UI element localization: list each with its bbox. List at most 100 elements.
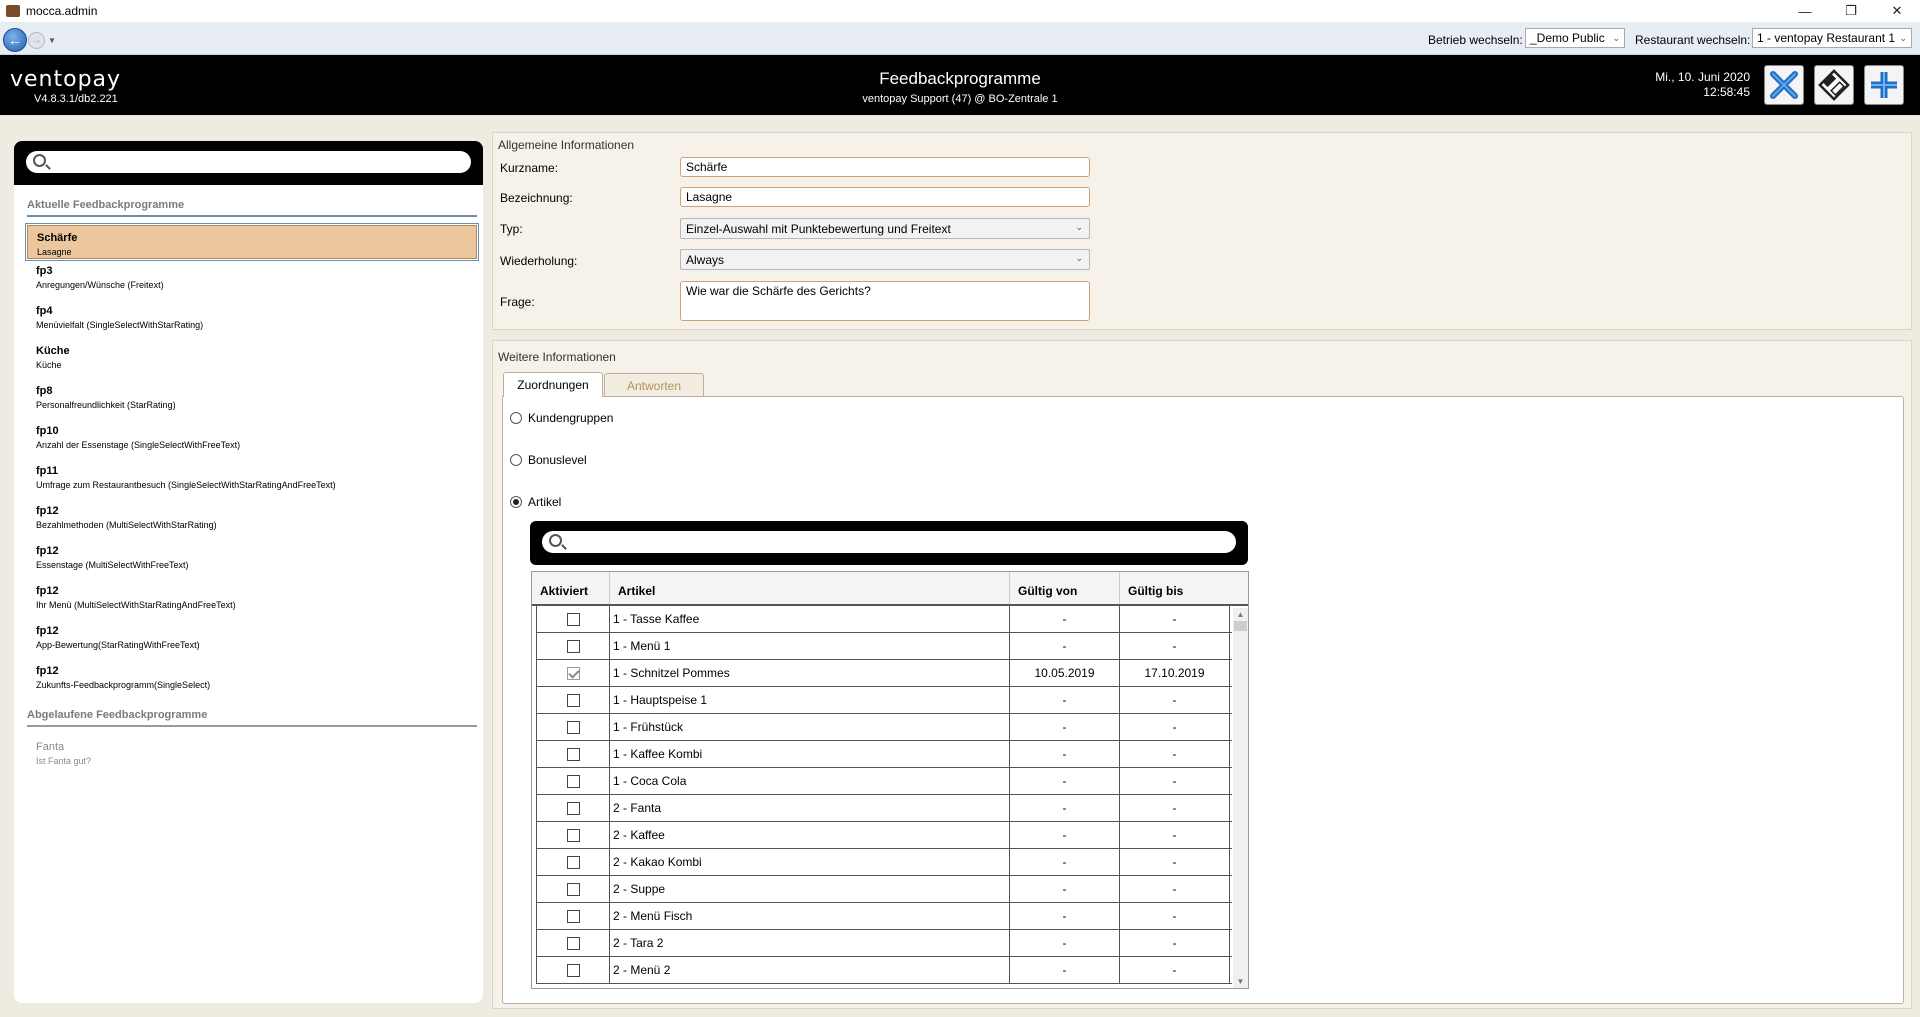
table-row[interactable]: 1 - Schnitzel Pommes 10.05.2019 17.10.2019 <box>536 660 1232 687</box>
table-row[interactable]: 1 - Menü 1-- <box>536 633 1232 660</box>
gueltig-bis-cell: 17.10.2019 <box>1120 660 1230 686</box>
program-description: Personalfreundlichkeit (StarRating) <box>36 400 176 410</box>
table-row[interactable]: 1 - Hauptspeise 1-- <box>536 687 1232 714</box>
program-name: fp8 <box>36 385 53 397</box>
feedback-program-item[interactable]: fp12 Ihr Menü (MultiSelectWithStarRatingA… <box>27 579 477 619</box>
typ-select[interactable]: Einzel-Auswahl mit Punktebewertung und F… <box>680 218 1090 239</box>
betrieb-select[interactable]: _Demo Public ⌄ <box>1525 28 1625 48</box>
feedback-program-item[interactable]: fp12 Essenstage (MultiSelectWithFreeText) <box>27 539 477 579</box>
add-button[interactable] <box>1864 65 1904 105</box>
table-row[interactable]: 1 - Tasse Kaffee - - <box>536 606 1232 633</box>
artikel-cell: 1 - Frühstück <box>610 714 1010 740</box>
app-icon <box>6 5 20 17</box>
aktiviert-checkbox[interactable] <box>566 909 580 923</box>
frage-textarea[interactable]: Wie war die Schärfe des Gerichts? <box>680 281 1090 321</box>
radio-indicator <box>510 454 522 466</box>
aktiviert-cell <box>536 741 610 767</box>
table-row[interactable]: 1 - Kaffee Kombi - - <box>536 741 1232 768</box>
program-description: Lasagne <box>37 247 72 257</box>
tab-zuordnungen[interactable]: Zuordnungen <box>503 372 603 397</box>
header-artikel[interactable]: Artikel <box>610 572 1010 604</box>
table-row[interactable]: 2 - Menü 2-- <box>536 957 1232 984</box>
aktiviert-cell <box>536 768 610 794</box>
feedback-program-item[interactable]: Schärfe Lasagne <box>25 223 479 261</box>
aktiviert-checkbox[interactable] <box>566 693 580 707</box>
gueltig-von-cell: - <box>1010 768 1120 794</box>
article-search-input[interactable] <box>542 531 1236 553</box>
bezeichnung-label: Bezeichnung: <box>500 191 573 205</box>
save-button[interactable] <box>1814 65 1854 105</box>
list-search-input[interactable] <box>26 151 471 173</box>
search-icon <box>549 534 562 547</box>
header-gueltig-von[interactable]: Gültig von <box>1010 572 1120 604</box>
program-name: fp12 <box>36 545 59 557</box>
header-gueltig-bis[interactable]: Gültig bis <box>1120 572 1230 604</box>
program-name: fp10 <box>36 425 59 437</box>
scroll-down-icon[interactable]: ▼ <box>1233 977 1248 986</box>
table-row[interactable]: 2 - Tara 2-- <box>536 930 1232 957</box>
aktiviert-checkbox[interactable] <box>566 639 580 653</box>
feedback-program-item[interactable]: fp8 Personalfreundlichkeit (StarRating) <box>27 379 477 419</box>
history-dropdown-icon[interactable]: ▼ <box>48 36 56 45</box>
aktiviert-checkbox[interactable] <box>566 612 580 626</box>
aktiviert-checkbox[interactable] <box>566 828 580 842</box>
aktiviert-checkbox[interactable] <box>566 720 580 734</box>
minimize-button[interactable]: — <box>1782 0 1828 22</box>
radio-artikel[interactable]: Artikel <box>510 495 561 509</box>
feedback-program-item[interactable]: Küche Küche <box>27 339 477 379</box>
wiederholung-label: Wiederholung: <box>500 254 578 268</box>
aktiviert-checkbox[interactable] <box>566 963 580 977</box>
grid-scrollbar[interactable]: ▲ ▼ <box>1233 608 1248 988</box>
feedback-program-item[interactable]: fp3 Anregungen/Wünsche (Freitext) <box>27 259 477 299</box>
table-row[interactable]: 1 - Coca Cola - - <box>536 768 1232 795</box>
restore-button[interactable]: ❐ <box>1828 0 1874 22</box>
aktiviert-cell <box>536 930 610 956</box>
close-window-button[interactable]: ✕ <box>1874 0 1920 22</box>
close-x-icon <box>1770 71 1798 99</box>
cancel-button[interactable] <box>1764 65 1804 105</box>
back-button[interactable]: ← <box>3 28 27 52</box>
table-row[interactable]: 1 - Frühstück - - <box>536 714 1232 741</box>
feedback-program-item[interactable]: fp12 Bezahlmethoden (MultiSelectWithStarR… <box>27 499 477 539</box>
table-row[interactable]: 2 - Kakao Kombi - - <box>536 849 1232 876</box>
feedback-program-item[interactable]: fp10 Anzahl der Essenstage (SingleSelectW… <box>27 419 477 459</box>
tab-antworten[interactable]: Antworten <box>604 373 704 397</box>
feedback-program-item[interactable]: fp12 App-Bewertung(StarRatingWithFreeText… <box>27 619 477 659</box>
radio-kundengruppen[interactable]: Kundengruppen <box>510 411 613 425</box>
aktiviert-checkbox[interactable] <box>566 936 580 950</box>
feedback-program-item[interactable]: fp11 Umfrage zum Restaurantbesuch (Single… <box>27 459 477 499</box>
feedback-program-item[interactable]: fp12 Zukunfts-Feedbackprogramm(SingleSele… <box>27 659 477 699</box>
aktiviert-checkbox[interactable] <box>566 774 580 788</box>
article-search-bar <box>530 521 1248 565</box>
table-row[interactable]: 2 - Menü Fisch - - <box>536 903 1232 930</box>
table-row[interactable]: 2 - Fanta - - <box>536 795 1232 822</box>
chevron-down-icon: ⌄ <box>1899 32 1907 43</box>
table-row[interactable]: 2 - Kaffee - - <box>536 822 1232 849</box>
restaurant-select[interactable]: 1 - ventopay Restaurant 1 ⌄ <box>1752 28 1912 48</box>
radio-bonuslevel[interactable]: Bonuslevel <box>510 453 587 467</box>
bezeichnung-input[interactable]: Lasagne <box>680 187 1090 207</box>
app-header: ventopay V4.8.3.1/db2.221 Feedbackprogra… <box>0 55 1920 115</box>
wiederholung-select[interactable]: Always ⌄ <box>680 249 1090 270</box>
feedback-program-item[interactable]: fp4 Menüvielfalt (SingleSelectWithStarRat… <box>27 299 477 339</box>
program-description: Ihr Menü (MultiSelectWithStarRatingAndFr… <box>36 600 236 610</box>
aktiviert-checkbox[interactable] <box>566 747 580 761</box>
aktiviert-checkbox[interactable] <box>566 666 580 680</box>
table-row[interactable]: 2 - Suppe - - <box>536 876 1232 903</box>
aktiviert-checkbox[interactable] <box>566 855 580 869</box>
expired-programs-heading: Abgelaufene Feedbackprogramme <box>27 709 477 727</box>
scroll-thumb[interactable] <box>1234 621 1247 631</box>
date-time: Mi., 10. Juni 2020 12:58:45 <box>1655 70 1750 100</box>
gueltig-bis-cell: - <box>1120 714 1230 740</box>
aktiviert-cell <box>536 660 610 686</box>
aktiviert-checkbox[interactable] <box>566 801 580 815</box>
header-aktiviert[interactable]: Aktiviert <box>532 572 610 604</box>
scroll-up-icon[interactable]: ▲ <box>1233 610 1248 619</box>
forward-button[interactable]: → <box>28 32 45 49</box>
aktiviert-checkbox[interactable] <box>566 882 580 896</box>
kurzname-input[interactable]: Schärfe <box>680 157 1090 177</box>
chevron-down-icon: ⌄ <box>1075 222 1083 232</box>
expired-program-item[interactable]: Fanta Ist Fanta gut? <box>27 735 477 775</box>
gueltig-bis-cell: - <box>1120 633 1230 659</box>
kurzname-label: Kurzname: <box>500 161 559 175</box>
